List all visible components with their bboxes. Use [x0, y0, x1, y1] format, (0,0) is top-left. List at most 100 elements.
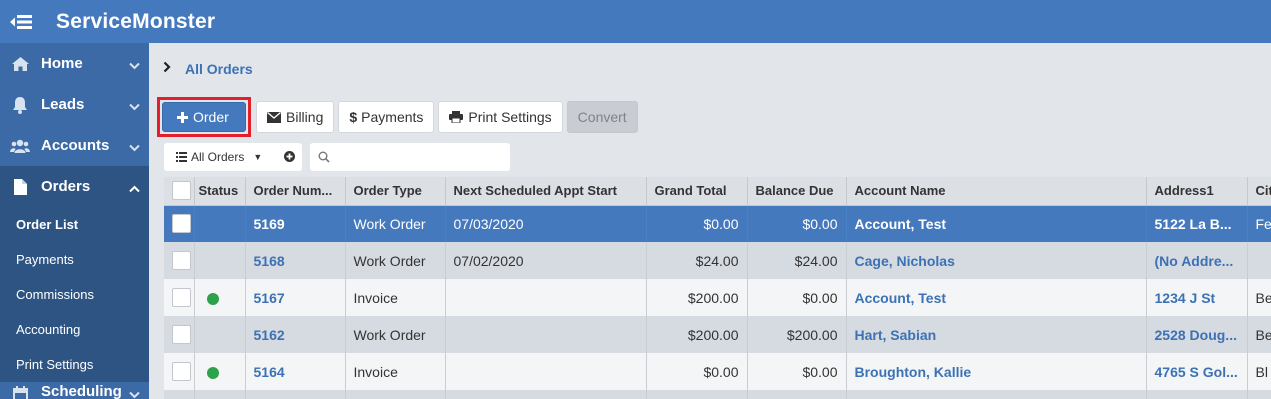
payments-button[interactable]: $ Payments — [338, 101, 435, 133]
print-settings-button[interactable]: Print Settings — [438, 101, 563, 133]
order-number-link[interactable]: 5168 — [254, 253, 285, 269]
submenu-item-print-settings[interactable]: Print Settings — [0, 347, 149, 382]
balance-due-cell: $200.00 — [747, 316, 847, 353]
table-row[interactable]: 5162 Work Order $200.00 $200.00 Hart, Sa… — [164, 316, 1271, 353]
envelope-icon — [267, 111, 281, 123]
column-header-account-name[interactable]: Account Name — [846, 177, 1147, 206]
account-name-link[interactable]: Cage, Nicholas — [855, 253, 955, 269]
column-header-grand-total[interactable]: Grand Total — [646, 177, 748, 206]
breadcrumb-current[interactable]: All Orders — [185, 61, 253, 77]
table-row[interactable] — [164, 390, 1271, 399]
order-number-link[interactable]: 5167 — [254, 290, 285, 306]
grand-total-cell — [646, 390, 748, 399]
add-order-button[interactable]: Order — [162, 102, 246, 132]
sidebar-item-leads[interactable]: Leads — [0, 84, 149, 125]
address1-link[interactable]: (No Addre... — [1155, 253, 1234, 269]
order-number-cell[interactable]: 5168 — [245, 242, 346, 279]
select-all-checkbox[interactable] — [172, 181, 191, 201]
next-appt-cell — [445, 390, 647, 399]
home-icon — [10, 54, 30, 74]
column-header-order-number[interactable]: Order Num... — [245, 177, 346, 206]
chevron-down-icon — [129, 98, 140, 115]
balance-due-cell: $24.00 — [747, 242, 847, 279]
row-checkbox[interactable] — [172, 362, 191, 381]
account-name-cell[interactable]: Cage, Nicholas — [846, 242, 1147, 279]
address1-cell[interactable]: 1234 J St — [1146, 279, 1248, 316]
account-name-cell[interactable]: Broughton, Kallie — [846, 353, 1147, 390]
row-checkbox[interactable] — [172, 288, 191, 307]
order-number-cell[interactable]: 5162 — [245, 316, 346, 353]
address1-cell[interactable]: 4765 S Gol... — [1146, 353, 1248, 390]
row-select-cell — [164, 205, 195, 242]
dollar-icon: $ — [349, 109, 358, 125]
order-number-link[interactable]: 5169 — [254, 216, 285, 232]
table-row[interactable]: 5164 Invoice $0.00 $0.00 Broughton, Kall… — [164, 353, 1271, 390]
row-checkbox[interactable] — [172, 214, 191, 234]
address1-cell[interactable]: 2528 Doug... — [1146, 316, 1248, 353]
account-name-link[interactable]: Hart, Sabian — [855, 327, 937, 343]
column-header-order-type[interactable]: Order Type — [345, 177, 446, 206]
column-header-address1[interactable]: Address1 — [1146, 177, 1248, 206]
payments-label: Payments — [361, 109, 424, 125]
status-cell — [194, 353, 246, 390]
next-appt-cell — [445, 316, 647, 353]
list-icon — [176, 152, 187, 162]
calendar-icon — [10, 383, 30, 399]
caret-down-icon: ▼ — [253, 152, 263, 162]
order-type-cell: Work Order — [345, 316, 446, 353]
status-cell — [194, 316, 246, 353]
address1-link[interactable]: 2528 Doug... — [1155, 327, 1237, 343]
top-bar: ServiceMonster — [0, 0, 1271, 43]
order-number-cell — [245, 390, 346, 399]
table-header-row: Status Order Num... Order Type Next Sche… — [164, 177, 1271, 206]
account-name-cell[interactable]: Account, Test — [846, 205, 1147, 242]
sidebar-toggle-icon[interactable] — [9, 13, 39, 31]
submenu-item-accounting[interactable]: Accounting — [0, 312, 149, 347]
account-name-link[interactable]: Account, Test — [855, 216, 947, 232]
billing-button[interactable]: Billing — [256, 101, 335, 133]
order-type-cell: Work Order — [345, 242, 446, 279]
order-number-cell[interactable]: 5167 — [245, 279, 346, 316]
row-select-cell — [164, 316, 195, 353]
address1-link[interactable]: 1234 J St — [1155, 290, 1216, 306]
address1-link[interactable]: 4765 S Gol... — [1155, 364, 1238, 380]
print-settings-label: Print Settings — [468, 109, 552, 125]
column-header-status[interactable]: Status — [194, 177, 246, 206]
sidebar-item-home[interactable]: Home — [0, 43, 149, 84]
account-name-cell[interactable]: Account, Test — [846, 279, 1147, 316]
table-row[interactable]: 5169 Work Order 07/03/2020 $0.00 $0.00 A… — [164, 205, 1271, 242]
column-header-city[interactable]: Cit — [1247, 177, 1271, 206]
view-selector[interactable]: All Orders ▼ — [164, 143, 302, 171]
account-name-cell[interactable]: Hart, Sabian — [846, 316, 1147, 353]
account-name-cell — [846, 390, 1147, 399]
column-header-balance-due[interactable]: Balance Due — [747, 177, 847, 206]
account-name-link[interactable]: Broughton, Kallie — [855, 364, 972, 380]
address1-cell[interactable]: 5122 La B... — [1146, 205, 1248, 242]
sidebar-item-label: Leads — [41, 96, 85, 113]
submenu-item-payments[interactable]: Payments — [0, 242, 149, 277]
address1-link[interactable]: 5122 La B... — [1155, 216, 1232, 232]
sidebar-item-scheduling[interactable]: Scheduling — [0, 382, 149, 399]
convert-button[interactable]: Convert — [566, 101, 638, 133]
submenu-item-commissions[interactable]: Commissions — [0, 277, 149, 312]
order-number-cell[interactable]: 5169 — [245, 205, 346, 242]
row-checkbox[interactable] — [172, 325, 191, 344]
add-view-icon[interactable] — [283, 150, 296, 166]
order-number-cell[interactable]: 5164 — [245, 353, 346, 390]
search-box[interactable] — [310, 143, 510, 171]
account-name-link[interactable]: Account, Test — [855, 290, 947, 306]
next-appt-cell — [445, 279, 647, 316]
status-dot-icon — [206, 366, 219, 379]
submenu-item-order-list[interactable]: Order List — [0, 207, 149, 242]
row-checkbox[interactable] — [172, 251, 191, 270]
plus-icon — [177, 111, 188, 123]
table-row[interactable]: 5168 Work Order 07/02/2020 $24.00 $24.00… — [164, 242, 1271, 279]
search-input[interactable] — [336, 150, 506, 164]
sidebar-item-accounts[interactable]: Accounts — [0, 125, 149, 166]
sidebar-item-orders[interactable]: Orders — [0, 166, 149, 207]
order-number-link[interactable]: 5162 — [254, 327, 285, 343]
column-header-next-appt[interactable]: Next Scheduled Appt Start — [445, 177, 647, 206]
address1-cell[interactable]: (No Addre... — [1146, 242, 1248, 279]
order-number-link[interactable]: 5164 — [254, 364, 285, 380]
table-row[interactable]: 5167 Invoice $200.00 $0.00 Account, Test… — [164, 279, 1271, 316]
